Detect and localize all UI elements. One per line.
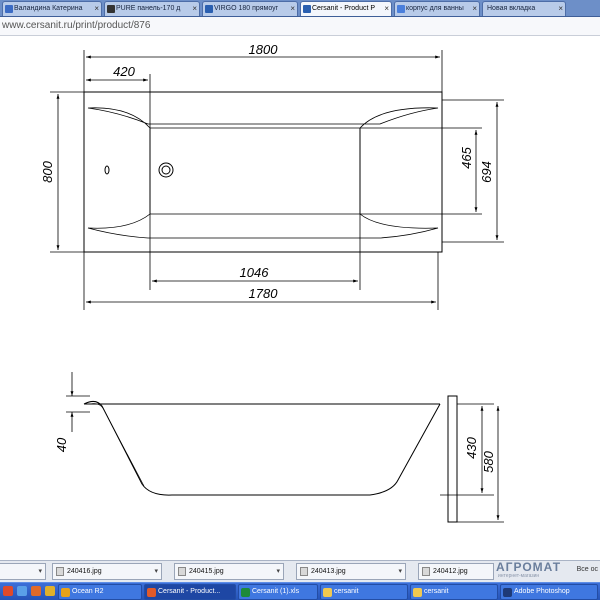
download-item[interactable]: 240413.jpg ▾ [296, 563, 406, 580]
dim-outer-width: 1800 [249, 42, 279, 57]
download-item[interactable]: 240416.jpg ▾ [52, 563, 162, 580]
download-filename: 240415.jpg [189, 568, 224, 575]
top-view [83, 91, 443, 253]
download-item-partial[interactable]: ▾ [0, 563, 46, 580]
taskbar-item[interactable]: cersanit [320, 584, 408, 600]
drain-outer [158, 162, 174, 178]
dim-inner-height-a: 465 [459, 146, 474, 168]
top-dimensions [50, 50, 504, 310]
download-item[interactable]: 240412.jpg [418, 563, 494, 580]
browser-tab-strip: × Валандина Катерина × PURE панель-170 д… [0, 0, 600, 17]
image-file-icon [178, 567, 186, 576]
taskbar-label: Adobe Photoshop [514, 588, 570, 595]
dim-inner-offset: 420 [113, 64, 135, 79]
side-dimensions [66, 372, 504, 523]
tab-label: Cersanit - Product P [312, 5, 376, 12]
folder-icon [413, 588, 422, 597]
url-text[interactable]: www.cersanit.ru/print/product/876 [2, 20, 150, 31]
tab-1[interactable]: PURE панель-170 д × [104, 1, 200, 16]
image-file-icon [422, 567, 430, 576]
dim-depth: 430 [464, 436, 479, 458]
upper-rim-contour [87, 107, 439, 129]
taskbar-label: cersanit [424, 588, 449, 595]
close-icon[interactable]: × [192, 2, 197, 16]
brand-icon [303, 5, 311, 13]
taskbar-item-active[interactable]: Cersanit - Product... [144, 584, 236, 600]
overflow-hole [104, 165, 110, 175]
taskbar-label: Ocean R2 [72, 588, 104, 595]
taskbar-label: Cersanit - Product... [158, 588, 221, 595]
folder-quicklaunch-icon[interactable] [45, 586, 55, 596]
tab-label: PURE панель-170 д [116, 5, 181, 12]
excel-icon [241, 588, 250, 597]
show-all-downloads-link[interactable]: Все ос [577, 566, 598, 573]
chevron-down-icon[interactable]: ▾ [398, 564, 402, 579]
close-icon[interactable]: × [384, 2, 389, 16]
dim-inner-height-b: 694 [479, 161, 494, 183]
tab-4[interactable]: корпус для ванны × [394, 1, 480, 16]
watermark-subtitle: интернет-магазин [498, 573, 540, 579]
taskbar-item[interactable]: Ocean R2 [58, 584, 142, 600]
chevron-down-icon[interactable]: ▾ [276, 564, 280, 579]
bathtub-technical-drawing: 1800 420 1046 1780 800 465 694 40 430 58… [40, 42, 504, 523]
close-icon[interactable]: × [290, 2, 295, 16]
tub-outline [83, 91, 443, 253]
tab-label: VIRGO 180 прямоуг [214, 5, 279, 12]
app-quicklaunch-icon[interactable] [31, 586, 41, 596]
image-file-icon [300, 567, 308, 576]
search-icon [397, 5, 405, 13]
taskbar-label: cersanit [334, 588, 359, 595]
taskbar-item[interactable]: cersanit [410, 584, 498, 600]
close-icon[interactable]: × [472, 2, 477, 16]
side-basin-profile [83, 400, 441, 496]
app-icon [61, 588, 70, 597]
folder-icon [323, 588, 332, 597]
download-filename: 240416.jpg [67, 568, 102, 575]
dim-bottom-length: 1046 [240, 265, 270, 280]
chevron-down-icon[interactable]: ▾ [38, 564, 42, 579]
lower-rim-contour [87, 213, 439, 239]
side-view [83, 395, 458, 523]
windows-taskbar: Ocean R2 Cersanit - Product... Cersanit … [0, 582, 600, 600]
tab-3[interactable]: Cersanit - Product P × [300, 1, 392, 16]
taskbar-item[interactable]: Adobe Photoshop [500, 584, 598, 600]
taskbar-item[interactable]: Cersanit (1).xls [238, 584, 318, 600]
browser-quicklaunch-icon[interactable] [3, 586, 13, 596]
tab-label: Валандина Катерина [14, 5, 83, 12]
tab-5[interactable]: Новая вкладка × [482, 1, 566, 16]
dim-outer-height: 800 [40, 160, 55, 182]
dim-rim: 40 [54, 437, 69, 452]
photoshop-icon [503, 588, 512, 597]
chevron-down-icon[interactable]: ▾ [154, 564, 158, 579]
taskbar-label: Cersanit (1).xls [252, 588, 300, 595]
address-bar[interactable]: www.cersanit.ru/print/product/876 [0, 17, 600, 36]
mail-icon [5, 5, 13, 13]
tab-label: Новая вкладка [487, 5, 536, 12]
image-file-icon [56, 567, 64, 576]
screen: × Валандина Катерина × PURE панель-170 д… [0, 0, 600, 600]
download-item[interactable]: 240415.jpg ▾ [174, 563, 284, 580]
tab-2[interactable]: VIRGO 180 прямоуг × [202, 1, 298, 16]
browser-icon [147, 588, 156, 597]
dim-bottom-overall: 1780 [249, 286, 279, 301]
download-filename: 240413.jpg [311, 568, 346, 575]
tab-label: корпус для ванны [406, 5, 464, 12]
top-dimension-labels: 1800 420 1046 1780 800 465 694 [40, 42, 494, 301]
close-icon[interactable]: × [94, 2, 99, 16]
close-icon[interactable]: × [558, 2, 563, 16]
drain-inner [161, 165, 171, 175]
download-filename: 240412.jpg [433, 568, 468, 575]
brand-icon [205, 5, 213, 13]
dim-height: 580 [481, 450, 496, 472]
page-icon [107, 5, 115, 13]
tab-0[interactable]: Валандина Катерина × [2, 1, 102, 16]
desktop-quicklaunch-icon[interactable] [17, 586, 27, 596]
front-panel [447, 395, 458, 523]
